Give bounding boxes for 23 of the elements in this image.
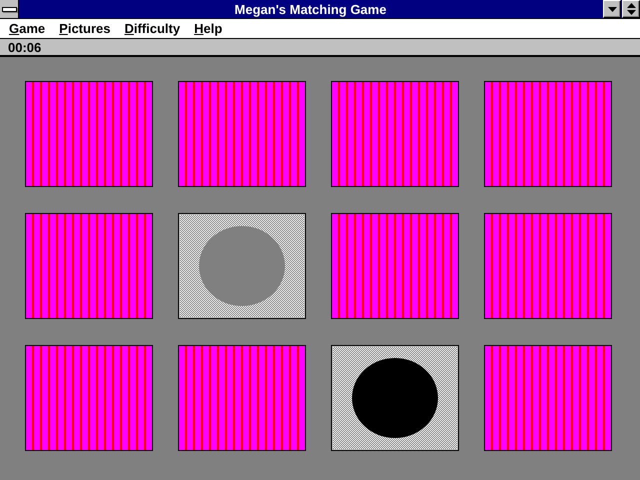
card-back[interactable] (25, 213, 153, 319)
card-back[interactable] (484, 213, 612, 319)
card-face[interactable] (331, 345, 459, 451)
card-back[interactable] (25, 81, 153, 187)
minimize-button[interactable] (603, 0, 621, 18)
card-face[interactable] (178, 213, 306, 319)
menu-item[interactable]: Pictures (52, 21, 118, 36)
menu-item[interactable]: Difficulty (117, 21, 188, 36)
card-back[interactable] (484, 345, 612, 451)
card-back[interactable] (331, 81, 459, 187)
card-back[interactable] (331, 213, 459, 319)
window-title: Megan's Matching Game (234, 2, 388, 16)
up-down-arrow-icon (626, 3, 636, 15)
maximize-button[interactable] (622, 0, 640, 18)
system-menu-button[interactable] (0, 0, 19, 18)
timer-text: 00:06 (8, 40, 42, 54)
menu-item[interactable]: Help (187, 21, 230, 36)
card-back[interactable] (25, 345, 153, 451)
menu-item[interactable]: Game (2, 21, 52, 36)
card-back[interactable] (178, 81, 306, 187)
down-arrow-icon (608, 6, 616, 12)
card-back[interactable] (484, 81, 612, 187)
card-back[interactable] (178, 345, 306, 451)
